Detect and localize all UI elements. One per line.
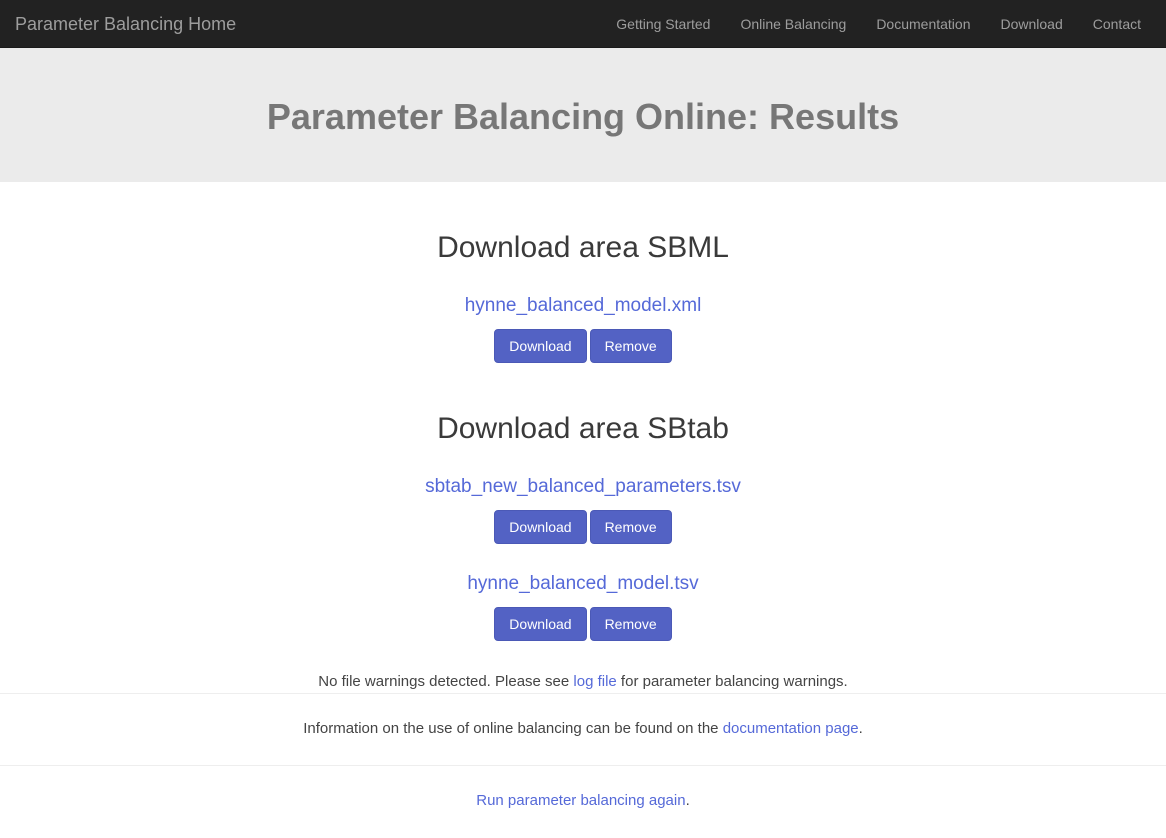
nav-item-online-balancing: Online Balancing xyxy=(725,0,861,48)
warning-text-after: for parameter balancing warnings. xyxy=(616,673,848,690)
nav-item-getting-started: Getting Started xyxy=(601,0,725,48)
nav-item-contact: Contact xyxy=(1078,0,1156,48)
file-entry: hynne_balanced_model.xml Download Remove xyxy=(0,294,1166,363)
warning-text-before: No file warnings detected. Please see xyxy=(318,673,574,690)
navbar-menu: Getting Started Online Balancing Documen… xyxy=(601,0,1156,48)
page-title: Parameter Balancing Online: Results xyxy=(266,96,900,137)
documentation-page-link[interactable]: documentation page xyxy=(723,720,859,737)
rerun-text-after: . xyxy=(685,792,690,809)
remove-button[interactable]: Remove xyxy=(589,510,672,544)
file-name-link[interactable]: sbtab_new_balanced_parameters.tsv xyxy=(425,475,741,499)
nav-link-getting-started[interactable]: Getting Started xyxy=(601,0,725,48)
file-entry: hynne_balanced_model.tsv Download Remove xyxy=(0,572,1166,641)
nav-link-documentation[interactable]: Documentation xyxy=(861,0,985,48)
file-entry: sbtab_new_balanced_parameters.tsv Downlo… xyxy=(0,475,1166,544)
file-action-buttons: Download Remove xyxy=(0,510,1166,544)
main-container: Download area SBML hynne_balanced_model.… xyxy=(0,182,1166,693)
section-title-sbml: Download area SBML xyxy=(437,231,729,264)
file-name-link[interactable]: hynne_balanced_model.tsv xyxy=(467,572,698,596)
nav-link-contact[interactable]: Contact xyxy=(1078,0,1156,48)
log-file-link[interactable]: log file xyxy=(573,673,616,690)
remove-button[interactable]: Remove xyxy=(589,607,672,641)
remove-button[interactable]: Remove xyxy=(589,329,672,363)
navbar-brand-link[interactable]: Parameter Balancing Home xyxy=(10,14,251,34)
run-again-link[interactable]: Run parameter balancing again xyxy=(476,792,685,809)
page-header-banner: Parameter Balancing Online: Results xyxy=(0,48,1166,182)
documentation-info-row: Information on the use of online balanci… xyxy=(0,694,1166,765)
download-area-sbml: Download area SBML hynne_balanced_model.… xyxy=(0,230,1166,363)
nav-link-download[interactable]: Download xyxy=(985,0,1077,48)
rerun-row: Run parameter balancing again. xyxy=(0,766,1166,838)
file-name-link[interactable]: hynne_balanced_model.xml xyxy=(465,294,702,318)
file-action-buttons: Download Remove xyxy=(0,329,1166,363)
info-text-after: . xyxy=(858,720,863,737)
download-area-sbtab: Download area SBtab sbtab_new_balanced_p… xyxy=(0,411,1166,641)
download-button[interactable]: Download xyxy=(494,510,587,544)
file-warning-message: No file warnings detected. Please see lo… xyxy=(0,671,1166,693)
download-button[interactable]: Download xyxy=(494,607,587,641)
file-action-buttons: Download Remove xyxy=(0,607,1166,641)
info-text-before: Information on the use of online balanci… xyxy=(303,720,723,737)
results-content: Download area SBML hynne_balanced_model.… xyxy=(0,182,1166,693)
top-navbar: Parameter Balancing Home Getting Started… xyxy=(0,0,1166,48)
nav-item-download: Download xyxy=(985,0,1077,48)
nav-item-documentation: Documentation xyxy=(861,0,985,48)
download-button[interactable]: Download xyxy=(494,329,587,363)
section-title-sbtab: Download area SBtab xyxy=(437,412,729,445)
nav-link-online-balancing[interactable]: Online Balancing xyxy=(725,0,861,48)
